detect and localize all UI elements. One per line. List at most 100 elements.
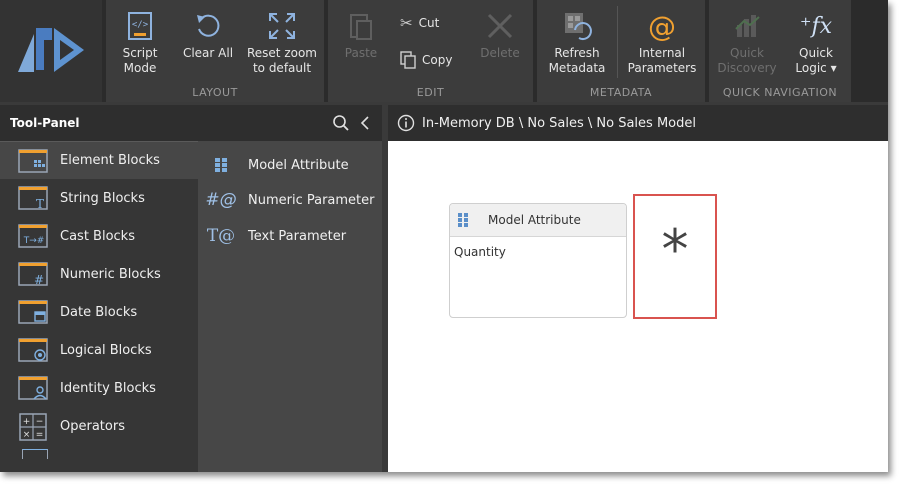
- text-parameter-icon: T@: [206, 226, 236, 246]
- canvas-header: In-Memory DB \ No Sales \ No Sales Model: [388, 105, 888, 141]
- delete-button[interactable]: Delete: [474, 6, 526, 61]
- date-blocks-icon: [18, 297, 48, 327]
- script-mode-button[interactable]: </> Script Mode: [114, 6, 166, 76]
- quick-discovery-label: Quick Discovery: [717, 46, 777, 75]
- paste-icon: [350, 14, 372, 40]
- quick-logic-label: Quick Logic ▾: [795, 46, 837, 75]
- info-icon[interactable]: [397, 114, 415, 132]
- reset-zoom-button[interactable]: Reset zoom to default: [244, 6, 320, 76]
- category-logical-blocks[interactable]: Logical Blocks: [0, 331, 198, 369]
- script-mode-label: Script Mode: [122, 46, 158, 75]
- scissors-icon: ✂: [400, 14, 413, 32]
- tool-panel-title: Tool-Panel: [10, 116, 80, 130]
- category-label: Cast Blocks: [60, 228, 135, 244]
- category-partial-icon: [22, 449, 48, 459]
- category-label: String Blocks: [60, 190, 145, 206]
- logic-canvas[interactable]: Model Attribute Quantity *: [388, 141, 888, 472]
- tool-panel-header: Tool-Panel: [0, 105, 382, 141]
- block-text-parameter[interactable]: T@ Text Parameter: [206, 223, 347, 249]
- string-blocks-icon: T: [18, 183, 48, 213]
- category-operators[interactable]: + − × = Operators: [0, 407, 198, 445]
- block-model-attribute[interactable]: Model Attribute: [208, 152, 349, 178]
- grid-icon: [458, 213, 468, 227]
- operators-icon: + − × =: [18, 411, 48, 441]
- cut-button[interactable]: ✂ Cut: [400, 14, 439, 32]
- numeric-parameter-icon: #@: [205, 190, 237, 210]
- metadata-separator: [617, 6, 618, 78]
- paste-label: Paste: [344, 46, 378, 60]
- paste-button[interactable]: Paste: [336, 6, 386, 61]
- block-numeric-parameter[interactable]: #@ Numeric Parameter: [205, 187, 375, 213]
- svg-text:T→#: T→#: [23, 236, 45, 246]
- category-date-blocks[interactable]: Date Blocks: [0, 293, 198, 331]
- quick-discovery-icon: [735, 15, 760, 37]
- quick-navigation-group-label: QUICK NAVIGATION: [722, 86, 838, 99]
- ribbon-group-edit: Paste ✂ Cut Copy Delete EDIT: [328, 0, 533, 102]
- ribbon-group-quick-navigation: Quick Discovery ⁺fx Quick Logic ▾ QUICK …: [709, 0, 851, 102]
- refresh-metadata-icon: [565, 13, 592, 41]
- tool-panel: Element Blocks T String Blocks T→# Cast …: [0, 141, 382, 472]
- app-logo: [0, 0, 102, 102]
- category-cast-blocks[interactable]: T→# Cast Blocks: [0, 217, 198, 255]
- layout-group-label: LAYOUT: [192, 86, 238, 99]
- svg-text:</>: </>: [132, 20, 149, 30]
- delete-label: Delete: [480, 46, 520, 60]
- ribbon: </> Script Mode Clear All Reset zoom to …: [0, 0, 888, 102]
- multiply-operator-node[interactable]: *: [633, 194, 717, 319]
- node-value: Quantity: [454, 245, 506, 259]
- category-label: Identity Blocks: [60, 380, 156, 396]
- app-window: </> Script Mode Clear All Reset zoom to …: [0, 0, 888, 472]
- internal-parameters-button[interactable]: @ Internal Parameters: [623, 6, 701, 76]
- at-sign-icon: @: [648, 9, 676, 43]
- grid-icon: [208, 157, 234, 173]
- edit-group-label: EDIT: [416, 86, 445, 99]
- category-label: Date Blocks: [60, 304, 138, 320]
- category-label: Element Blocks: [60, 153, 160, 168]
- breadcrumb: In-Memory DB \ No Sales \ No Sales Model: [422, 116, 696, 131]
- copy-button[interactable]: Copy: [400, 51, 452, 69]
- category-numeric-blocks[interactable]: # Numeric Blocks: [0, 255, 198, 293]
- block-label: Numeric Parameter: [248, 192, 375, 208]
- category-element-blocks[interactable]: Element Blocks: [0, 141, 198, 179]
- element-blocks-icon: [18, 146, 48, 176]
- node-title: Model Attribute: [488, 213, 581, 227]
- script-mode-icon: </>: [128, 12, 152, 40]
- ribbon-group-metadata: Refresh Metadata @ Internal Parameters M…: [537, 0, 705, 102]
- node-header: Model Attribute: [450, 204, 626, 237]
- refresh-metadata-label: Refresh Metadata: [548, 46, 606, 75]
- clear-all-button[interactable]: Clear All: [176, 6, 240, 61]
- svg-text:#: #: [34, 273, 44, 287]
- category-label: Operators: [60, 418, 125, 434]
- svg-text:×: ×: [23, 430, 31, 440]
- svg-text:T: T: [36, 197, 44, 211]
- block-label: Text Parameter: [248, 228, 347, 244]
- cut-label: Cut: [418, 16, 440, 30]
- clear-all-label: Clear All: [182, 46, 234, 60]
- quick-discovery-button[interactable]: Quick Discovery: [713, 6, 781, 76]
- ribbon-group-layout: </> Script Mode Clear All Reset zoom to …: [106, 0, 324, 102]
- refresh-metadata-button[interactable]: Refresh Metadata: [543, 6, 611, 76]
- copy-icon: [400, 51, 416, 69]
- block-label: Model Attribute: [248, 157, 349, 173]
- identity-blocks-icon: [18, 373, 48, 403]
- category-label: Logical Blocks: [60, 342, 152, 358]
- clear-all-icon: [197, 14, 220, 37]
- svg-text:−: −: [36, 417, 44, 427]
- category-identity-blocks[interactable]: Identity Blocks: [0, 369, 198, 407]
- operator-symbol: *: [661, 218, 689, 281]
- svg-text:=: =: [36, 430, 44, 440]
- numeric-blocks-icon: #: [18, 259, 48, 289]
- quick-logic-button[interactable]: ⁺fx Quick Logic ▾: [785, 6, 847, 76]
- block-category-list: Element Blocks T String Blocks T→# Cast …: [0, 141, 198, 472]
- copy-label: Copy: [422, 53, 453, 67]
- function-icon: ⁺fx: [799, 13, 833, 39]
- category-label: Numeric Blocks: [60, 266, 161, 282]
- delete-icon: [487, 13, 513, 39]
- reset-zoom-icon: [269, 13, 295, 39]
- search-icon[interactable]: [332, 114, 350, 132]
- collapse-panel-icon[interactable]: [357, 114, 373, 132]
- model-attribute-node[interactable]: Model Attribute Quantity: [449, 203, 627, 318]
- metadata-group-label: METADATA: [589, 86, 653, 99]
- category-string-blocks[interactable]: T String Blocks: [0, 179, 198, 217]
- svg-text:+: +: [23, 417, 31, 427]
